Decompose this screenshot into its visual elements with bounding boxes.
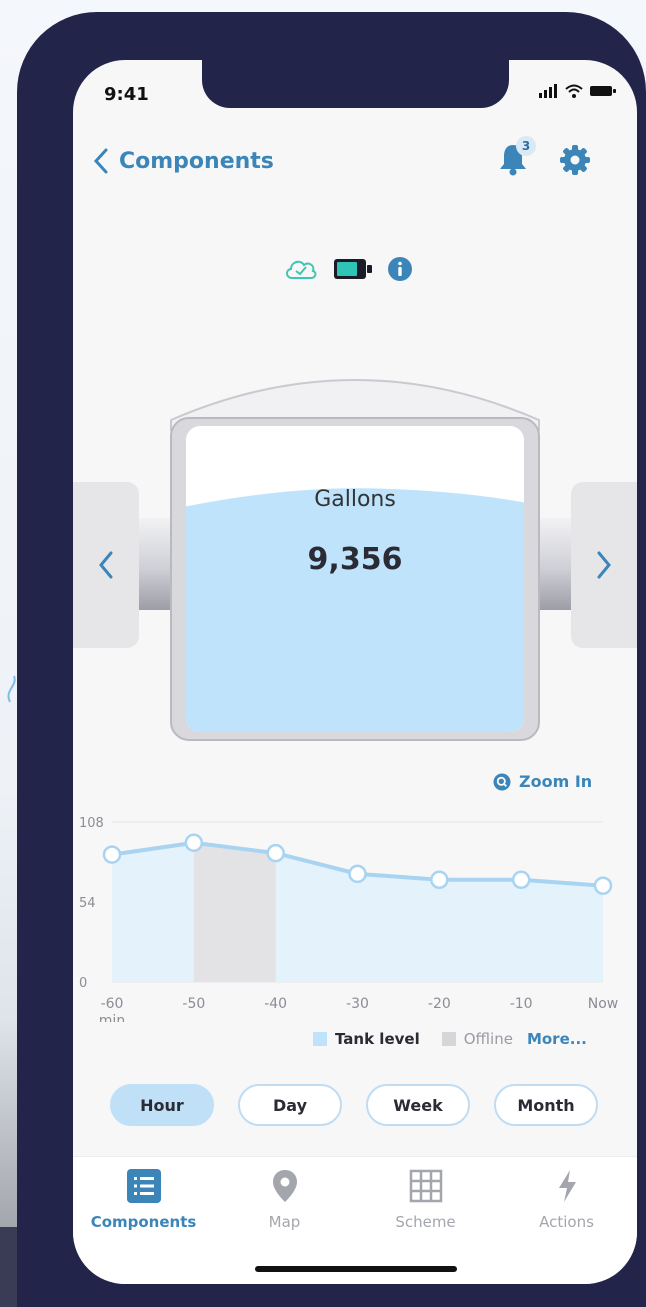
battery-status-icon <box>590 86 616 96</box>
chart-legend: Tank level Offline More... <box>313 1030 587 1048</box>
x-tick-label: -30 <box>346 996 369 1012</box>
range-hour-button[interactable]: Hour <box>110 1084 214 1126</box>
data-point <box>511 870 531 890</box>
data-point <box>593 876 613 895</box>
device-status-icons <box>283 256 413 282</box>
home-indicator <box>255 1266 457 1272</box>
decorative-squiggle <box>7 675 16 703</box>
offline-swatch <box>441 1032 456 1046</box>
list-icon <box>126 1169 161 1203</box>
app-screen: 9:41 Components 3 Gallons 9,356 Zoom In … <box>73 60 637 1284</box>
tab-scheme-label: Scheme <box>395 1213 456 1231</box>
tab-actions-label: Actions <box>539 1213 594 1231</box>
back-label: Components <box>119 148 274 174</box>
settings-button[interactable] <box>559 144 591 176</box>
tab-scheme[interactable]: Scheme <box>355 1169 496 1231</box>
zoom-icon <box>493 773 511 790</box>
tab-components-label: Components <box>90 1213 197 1231</box>
grid-icon <box>409 1169 442 1203</box>
x-tick-label: -20 <box>428 996 451 1012</box>
gear-icon <box>560 145 590 175</box>
range-month-button[interactable]: Month <box>494 1084 598 1126</box>
phone-notch <box>202 60 509 108</box>
tank-visualization: Gallons 9,356 <box>73 370 637 810</box>
x-tick-label: -50 <box>182 996 205 1012</box>
bottom-tab-bar: Components Map Scheme Actions <box>73 1156 637 1284</box>
notification-badge: 3 <box>516 136 536 156</box>
back-button[interactable]: Components <box>93 140 274 182</box>
status-icons <box>539 84 617 98</box>
legend-tank-level: Tank level <box>335 1030 420 1048</box>
tab-components[interactable]: Components <box>73 1169 214 1231</box>
map-pin-icon <box>272 1170 297 1202</box>
y-tick-label: 108 <box>79 816 104 831</box>
tank-volume-value: 9,356 <box>307 542 403 577</box>
data-point <box>430 870 449 890</box>
tank-level-swatch <box>313 1032 327 1046</box>
battery-icon[interactable] <box>333 257 373 281</box>
data-point <box>348 864 367 884</box>
tab-map-label: Map <box>268 1213 301 1231</box>
cloud-check-icon[interactable] <box>283 256 319 282</box>
signal-icon <box>539 84 557 98</box>
phone-frame: 9:41 Components 3 Gallons 9,356 Zoom In … <box>17 12 646 1307</box>
x-tick-label: -10 <box>510 996 533 1012</box>
info-icon[interactable] <box>387 256 413 282</box>
y-tick-label: 54 <box>79 896 96 911</box>
range-week-button[interactable]: Week <box>366 1084 470 1126</box>
wifi-icon <box>565 84 583 98</box>
tank-unit-label: Gallons <box>314 487 396 512</box>
legend-more-link[interactable]: More... <box>527 1030 587 1048</box>
data-point <box>184 833 204 852</box>
data-point <box>102 845 122 864</box>
x-tick-label: -60 min <box>99 996 125 1022</box>
zoom-in-button[interactable]: Zoom In <box>493 772 592 791</box>
app-header: Components 3 <box>73 136 637 182</box>
status-time: 9:41 <box>104 84 149 105</box>
legend-offline: Offline <box>463 1030 513 1048</box>
chevron-left-icon <box>93 148 108 174</box>
zoom-in-label: Zoom In <box>519 772 593 791</box>
notifications-button[interactable]: 3 <box>498 136 536 178</box>
x-tick-label: -40 <box>264 996 287 1012</box>
range-day-button[interactable]: Day <box>238 1084 342 1126</box>
tab-map[interactable]: Map <box>214 1169 355 1231</box>
x-tick-label: Now <box>588 996 619 1012</box>
data-point <box>266 843 285 863</box>
tab-actions[interactable]: Actions <box>496 1169 637 1231</box>
tank-level-chart: 108 54 0 -60 min -50 -40 -30 -20 -10 Now <box>79 816 619 1022</box>
y-tick-label: 0 <box>79 976 87 991</box>
bolt-icon <box>558 1170 576 1202</box>
offline-range <box>193 844 276 982</box>
time-range-selector: Hour Day Week Month <box>110 1084 598 1126</box>
tank-level-area <box>112 842 603 982</box>
